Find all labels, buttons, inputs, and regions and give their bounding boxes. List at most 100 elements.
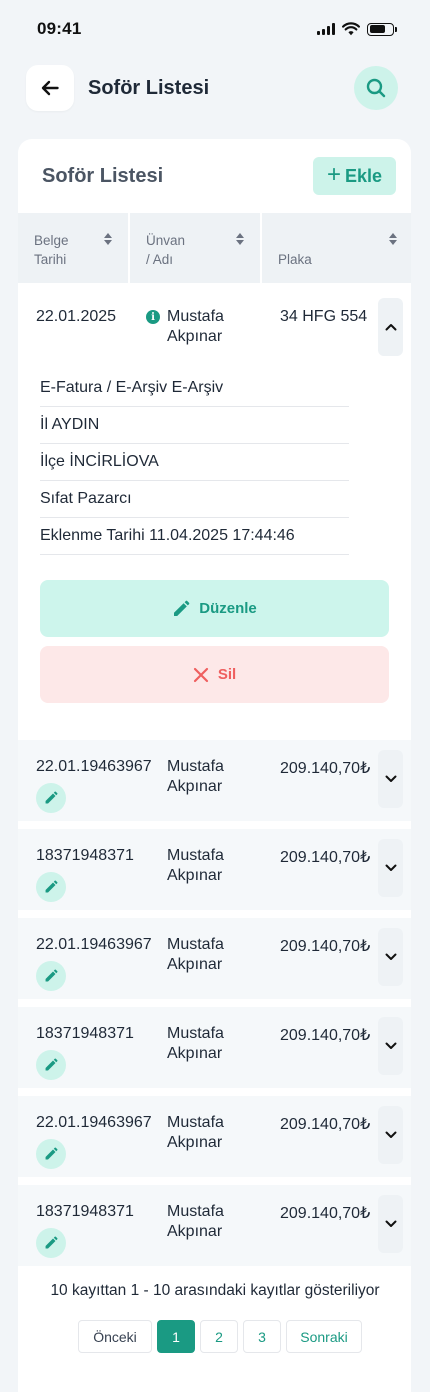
row-date: 22.01.19463967	[36, 1114, 152, 1131]
row-date: 22.01.19463967	[36, 936, 152, 953]
row-name: Mustafa Akpınar	[167, 935, 224, 975]
edit-button[interactable]: Düzenle	[40, 580, 389, 637]
row-edit-button[interactable]	[36, 1050, 66, 1080]
table-row[interactable]: 18371948371 Mustafa Akpınar 209.140,70₺	[18, 829, 411, 910]
sort-icon	[236, 233, 244, 245]
edit-button-label: Düzenle	[199, 600, 257, 617]
row-plate: 34 HFG 554	[280, 308, 368, 325]
collapse-toggle[interactable]	[378, 298, 403, 356]
plus-icon: +	[326, 161, 341, 188]
chevron-down-icon	[385, 864, 396, 871]
row-edit-button[interactable]	[36, 872, 66, 902]
card-title: Soför Listesi	[42, 164, 164, 187]
chevron-down-icon	[385, 1220, 396, 1227]
page-button-1[interactable]: 1	[157, 1320, 195, 1353]
column-header-date[interactable]: Belge Tarihi	[18, 213, 130, 283]
status-icons	[317, 22, 397, 36]
table-row[interactable]: 22.01.19463967 Mustafa Akpınar 209.140,7…	[18, 1096, 411, 1177]
row-edit-button[interactable]	[36, 1139, 66, 1169]
row-name: Mustafa Akpınar	[167, 757, 224, 797]
row-name-line2: Akpınar	[167, 1223, 223, 1240]
row-amount: 209.140,70₺	[280, 1027, 371, 1044]
pencil-icon	[174, 600, 190, 616]
table-row[interactable]: 22.01.19463967 Mustafa Akpınar 209.140,7…	[18, 918, 411, 999]
pagination-summary: 10 kayıttan 1 - 10 arasındaki kayıtlar g…	[50, 1282, 380, 1299]
row-name-line1: Mustafa	[167, 936, 224, 953]
row-name-line2: Akpınar	[167, 867, 223, 884]
chevron-down-icon	[385, 1042, 396, 1049]
row-name-line1: Mustafa	[167, 1025, 224, 1042]
row-edit-button[interactable]	[36, 961, 66, 991]
pencil-icon	[45, 791, 58, 804]
driver-list-card: Soför Listesi + Ekle Belge Tarihi Ünvan …	[18, 139, 411, 1392]
expand-toggle[interactable]	[378, 1195, 403, 1253]
row-name: Mustafa Akpınar	[167, 307, 224, 347]
arrow-left-icon	[41, 80, 59, 96]
app-header: Soför Listesi	[0, 64, 430, 112]
detail-created-at: Eklenme Tarihi 11.04.2025 17:44:46	[40, 518, 349, 555]
pagination: Önceki 1 2 3 Sonraki	[78, 1320, 362, 1353]
table-row[interactable]: 22.01.19463967 Mustafa Akpınar 209.140,7…	[18, 740, 411, 821]
row-name-line2: Akpınar	[167, 1045, 223, 1062]
detail-district: İlçe İNCİRLİOVA	[40, 444, 349, 481]
pencil-icon	[45, 1236, 58, 1249]
pencil-icon	[45, 969, 58, 982]
column-header-line1: Belge	[34, 233, 69, 248]
row-details: E-Fatura / E-Arşiv E-Arşiv İl AYDIN İlçe…	[40, 370, 349, 555]
next-page-button[interactable]: Sonraki	[286, 1320, 362, 1353]
expand-toggle[interactable]	[378, 1106, 403, 1164]
row-name-line2: Akpınar	[167, 1134, 223, 1151]
expand-toggle[interactable]	[378, 839, 403, 897]
page-button-3[interactable]: 3	[243, 1320, 281, 1353]
row-amount: 209.140,70₺	[280, 760, 371, 777]
search-button[interactable]	[354, 66, 398, 110]
back-button[interactable]	[26, 65, 74, 111]
row-amount: 209.140,70₺	[280, 849, 371, 866]
row-date: 18371948371	[36, 1203, 134, 1220]
previous-page-button[interactable]: Önceki	[78, 1320, 152, 1353]
column-header-line2: / Adı	[146, 252, 174, 267]
row-date: 18371948371	[36, 1025, 134, 1042]
add-button-label: Ekle	[344, 165, 383, 186]
sort-icon	[389, 233, 397, 245]
table-row[interactable]: 18371948371 Mustafa Akpınar 209.140,70₺	[18, 1185, 411, 1266]
column-header-plate[interactable]: Plaka	[262, 213, 411, 283]
status-time: 09:41	[37, 19, 82, 38]
cellular-signal-icon	[317, 23, 335, 35]
table-row[interactable]: 18371948371 Mustafa Akpınar 209.140,70₺	[18, 1007, 411, 1088]
row-name: Mustafa Akpınar	[167, 1113, 224, 1153]
detail-role: Sıfat Pazarcı	[40, 481, 349, 518]
expand-toggle[interactable]	[378, 928, 403, 986]
delete-button[interactable]: Sil	[40, 646, 389, 703]
row-name-line1: Mustafa	[167, 847, 224, 864]
card-header: Soför Listesi + Ekle	[18, 139, 411, 213]
pencil-icon	[45, 880, 58, 893]
row-name-line1: Mustafa	[167, 1114, 224, 1131]
table-body: 22.01.19463967 Mustafa Akpınar 209.140,7…	[18, 740, 411, 1266]
page-button-2[interactable]: 2	[200, 1320, 238, 1353]
row-name: Mustafa Akpınar	[167, 1202, 224, 1242]
info-icon[interactable]: i	[146, 310, 160, 324]
expand-toggle[interactable]	[378, 1017, 403, 1075]
chevron-down-icon	[385, 1131, 396, 1138]
column-header-name[interactable]: Ünvan / Adı	[130, 213, 262, 283]
row-name-line1: Mustafa	[167, 1203, 224, 1220]
row-name: Mustafa Akpınar	[167, 1024, 224, 1064]
row-name-line2: Akpınar	[167, 956, 223, 973]
row-edit-button[interactable]	[36, 783, 66, 813]
chevron-down-icon	[385, 953, 396, 960]
expand-toggle[interactable]	[378, 750, 403, 808]
close-icon	[193, 667, 208, 682]
column-header-line2: Tarihi	[34, 252, 67, 267]
column-header-line2: Plaka	[278, 252, 312, 267]
page-title: Soför Listesi	[88, 76, 210, 99]
row-amount: 209.140,70₺	[280, 938, 371, 955]
add-button[interactable]: + Ekle	[313, 157, 396, 195]
detail-province: İl AYDIN	[40, 407, 349, 444]
row-date: 22.01.2025	[36, 308, 117, 325]
battery-icon	[367, 22, 397, 36]
row-edit-button[interactable]	[36, 1228, 66, 1258]
table-header: Belge Tarihi Ünvan / Adı Plaka	[18, 213, 411, 283]
detail-invoice-type: E-Fatura / E-Arşiv E-Arşiv	[40, 370, 349, 407]
table-row-expanded[interactable]: 22.01.2025 i Mustafa Akpınar 34 HFG 554 …	[18, 283, 411, 732]
